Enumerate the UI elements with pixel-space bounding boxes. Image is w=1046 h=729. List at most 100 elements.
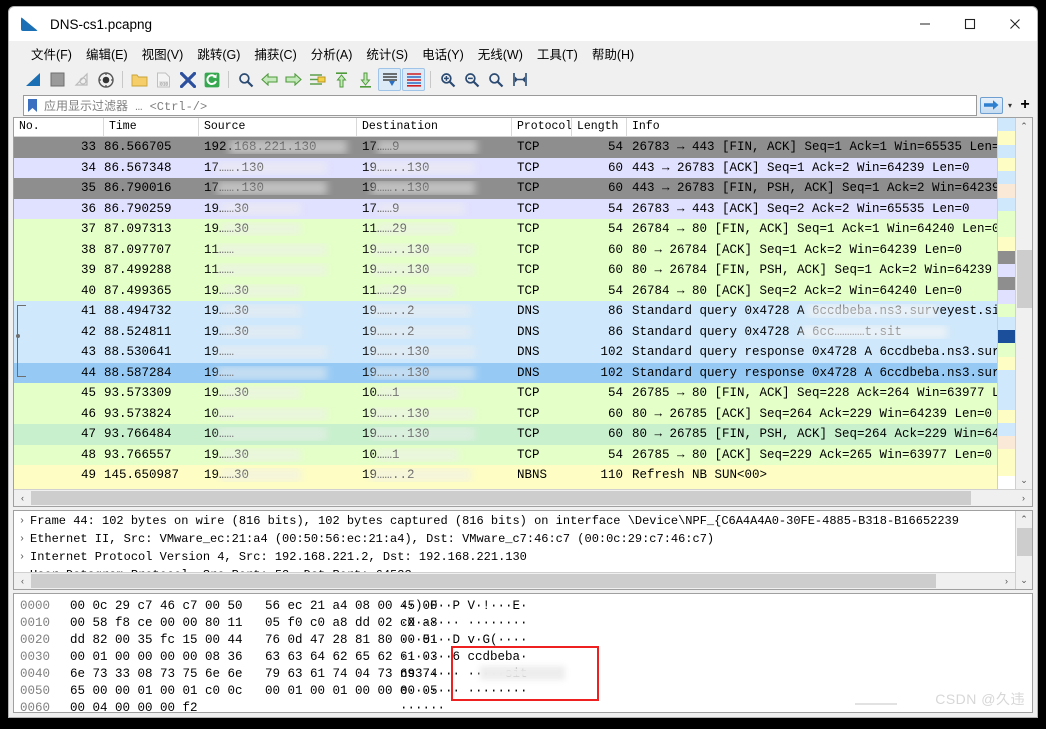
detail-scroll-up-arrow-icon[interactable]: ⌃ (1016, 511, 1033, 528)
column-header-protocol[interactable]: Protocol (512, 118, 572, 136)
detail-vscrollbar[interactable]: ⌃ ⌄ (1015, 511, 1032, 589)
hex-row[interactable]: 006000 04 00 00 00 f2······ (20, 699, 1032, 713)
filter-dropdown-button[interactable]: ▾ (1003, 96, 1017, 114)
chevron-right-icon[interactable]: › (14, 534, 30, 545)
restart-capture-icon[interactable] (70, 68, 93, 91)
detail-hscroll-thumb[interactable] (31, 574, 936, 588)
detail-row[interactable]: ›Frame 44: 102 bytes on wire (816 bits),… (14, 512, 1015, 530)
start-capture-icon[interactable] (22, 68, 45, 91)
hex-row[interactable]: 001000 58 f8 ce 00 00 80 11 05 f0 c0 a8 … (20, 614, 1032, 631)
packet-row[interactable]: 4893.76655719……3010……1TCP5426785 → 80 [A… (14, 445, 997, 466)
packet-list-hscrollbar[interactable]: ‹ › (14, 489, 1032, 506)
packet-row[interactable]: 4488.58728419……19……..130DNS102Standard q… (14, 363, 997, 384)
go-first-packet-icon[interactable] (330, 68, 353, 91)
column-header-length[interactable]: Length (572, 118, 627, 136)
detail-hscrollbar[interactable]: ‹ › (14, 572, 1015, 589)
zoom-in-icon[interactable] (436, 68, 459, 91)
close-button[interactable] (992, 7, 1037, 41)
packet-row[interactable]: 4793.76648410……19……..130TCP6080 → 26785 … (14, 424, 997, 445)
go-back-icon[interactable] (258, 68, 281, 91)
maximize-button[interactable] (947, 7, 992, 41)
hscroll-track[interactable] (31, 490, 1015, 506)
chevron-right-icon[interactable]: › (14, 516, 30, 527)
vscroll-track[interactable] (1016, 135, 1032, 472)
packet-row[interactable]: 4188.49473219……3019……..2DNS86Standard qu… (14, 301, 997, 322)
scroll-left-arrow-icon[interactable]: ‹ (14, 490, 31, 507)
hex-row[interactable]: 003000 01 00 00 00 00 08 36 63 63 64 62 … (20, 648, 1032, 665)
scroll-right-arrow-icon[interactable]: › (1015, 490, 1032, 507)
hex-row[interactable]: 005065 00 00 01 00 01 c0 0c 00 01 00 01 … (20, 682, 1032, 699)
zoom-out-icon[interactable] (460, 68, 483, 91)
column-header-time[interactable]: Time (104, 118, 199, 136)
menu-statistics[interactable]: 统计(S) (359, 42, 415, 65)
chevron-right-icon[interactable]: › (14, 570, 30, 573)
packet-row[interactable]: 3887.09770711……19……..130TCP6080 → 26784 … (14, 240, 997, 261)
resize-columns-icon[interactable] (508, 68, 531, 91)
packet-row[interactable]: 4593.57330919……3010……1TCP5426785 → 80 [F… (14, 383, 997, 404)
add-filter-button[interactable]: + (1017, 96, 1033, 114)
hex-row[interactable]: 000000 0c 29 c7 46 c7 00 50 56 ec 21 a4 … (20, 597, 1032, 614)
detail-row[interactable]: ›User Datagram Protocol, Src Port: 53, D… (14, 566, 1015, 572)
menu-edit[interactable]: 编辑(E) (79, 42, 135, 65)
packet-bytes-rows[interactable]: 000000 0c 29 c7 46 c7 00 50 56 ec 21 a4 … (14, 594, 1032, 712)
menu-telephony[interactable]: 电话(Y) (415, 42, 471, 65)
column-header-info[interactable]: Info (627, 118, 997, 136)
detail-scroll-left-arrow-icon[interactable]: ‹ (14, 573, 31, 590)
hscroll-thumb[interactable] (31, 491, 971, 505)
detail-row[interactable]: ›Internet Protocol Version 4, Src: 192.1… (14, 548, 1015, 566)
detail-scroll-right-arrow-icon[interactable]: › (998, 573, 1015, 590)
packet-row[interactable]: 4288.52481119……3019……..2DNS86Standard qu… (14, 322, 997, 343)
packet-row[interactable]: 3386.566705192.168.221.13017……9TCP542678… (14, 137, 997, 158)
go-last-packet-icon[interactable] (354, 68, 377, 91)
reload-file-icon[interactable] (200, 68, 223, 91)
column-header-source[interactable]: Source (199, 118, 357, 136)
packet-row[interactable]: 4693.57382410……19……..130TCP6080 → 26785 … (14, 404, 997, 425)
packet-row[interactable]: 3486.56734817…….13019……..130TCP60443 → 2… (14, 158, 997, 179)
packet-row[interactable]: 3787.09731319……3011……29TCP5426784 → 80 [… (14, 219, 997, 240)
close-file-icon[interactable] (176, 68, 199, 91)
detail-scroll-down-arrow-icon[interactable]: ⌄ (1016, 572, 1033, 589)
auto-scroll-icon[interactable] (378, 68, 401, 91)
go-to-packet-icon[interactable] (306, 68, 329, 91)
stop-capture-icon[interactable] (46, 68, 69, 91)
detail-row[interactable]: ›Ethernet II, Src: VMware_ec:21:a4 (00:5… (14, 530, 1015, 548)
filter-bookmark-icon[interactable] (26, 98, 39, 113)
column-header-destination[interactable]: Destination (357, 118, 512, 136)
chevron-right-icon[interactable]: › (14, 552, 30, 563)
menu-capture[interactable]: 捕获(C) (247, 42, 303, 65)
hex-row[interactable]: 0020dd 82 00 35 fc 15 00 44 76 0d 47 28 … (20, 631, 1032, 648)
colorize-icon[interactable] (402, 68, 425, 91)
scroll-down-arrow-icon[interactable]: ⌄ (1016, 472, 1033, 489)
packet-row[interactable]: 3586.79001617…….13019……..130TCP60443 → 2… (14, 178, 997, 199)
detail-vscroll-thumb[interactable] (1017, 528, 1032, 556)
menu-go[interactable]: 跳转(G) (190, 42, 247, 65)
menu-tools[interactable]: 工具(T) (530, 42, 585, 65)
go-forward-icon[interactable] (282, 68, 305, 91)
minimize-button[interactable] (902, 7, 947, 41)
menu-analyze[interactable]: 分析(A) (304, 42, 360, 65)
packet-list-vscrollbar[interactable]: ⌃ ⌄ (1015, 118, 1032, 489)
packet-row[interactable]: 3987.49928811……19……..130TCP6080 → 26784 … (14, 260, 997, 281)
column-header-no[interactable]: No. (14, 118, 104, 136)
apply-filter-button[interactable] (980, 97, 1003, 114)
packet-row[interactable]: 4388.53064119……19……..130DNS102Standard q… (14, 342, 997, 363)
find-packet-icon[interactable] (234, 68, 257, 91)
packet-row[interactable]: 4087.49936519……3011……29TCP5426784 → 80 [… (14, 281, 997, 302)
menu-wireless[interactable]: 无线(W) (471, 42, 530, 65)
save-file-icon[interactable]: 010 (152, 68, 175, 91)
zoom-reset-icon[interactable] (484, 68, 507, 91)
menu-help[interactable]: 帮助(H) (585, 42, 641, 65)
packet-row[interactable]: 3686.79025919……3017……9TCP5426783 → 443 [… (14, 199, 997, 220)
menu-view[interactable]: 视图(V) (135, 42, 191, 65)
vscroll-thumb[interactable] (1017, 250, 1032, 308)
capture-options-icon[interactable] (94, 68, 117, 91)
open-file-icon[interactable] (128, 68, 151, 91)
packet-row[interactable]: 50147.15112319……3019……..2NBNS110Refresh … (14, 486, 997, 490)
detail-vscroll-track[interactable] (1016, 528, 1032, 572)
menu-file[interactable]: 文件(F) (24, 42, 79, 65)
scroll-up-arrow-icon[interactable]: ⌃ (1016, 118, 1033, 135)
display-filter-input[interactable]: 应用显示过滤器 … <Ctrl-/> (23, 95, 977, 116)
minimap-cell (998, 264, 1015, 277)
packet-row[interactable]: 49145.65098719……3019……..2NBNS110Refresh … (14, 465, 997, 486)
detail-hscroll-track[interactable] (31, 573, 998, 589)
